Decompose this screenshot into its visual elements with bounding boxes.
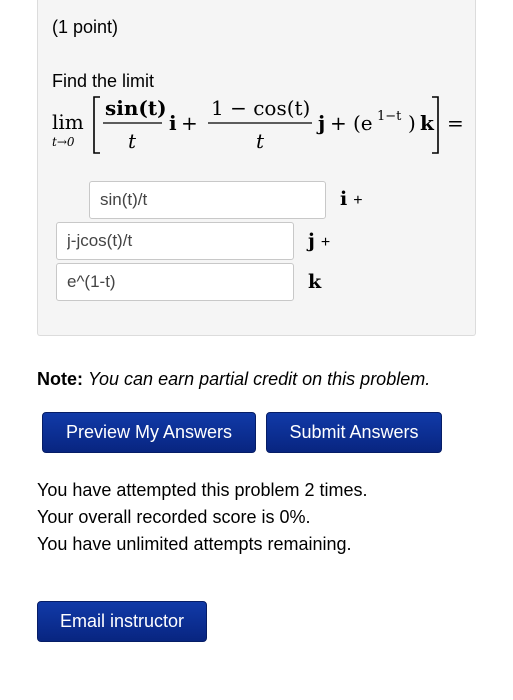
attempt-status: You have attempted this problem 2 times.… xyxy=(37,477,368,558)
email-instructor-button[interactable]: Email instructor xyxy=(37,601,207,642)
limit-expression: lim t→0 sin(t) t i + 1 − cos(t) t j + (e… xyxy=(48,88,473,160)
plus-sign-2: + xyxy=(330,111,347,135)
answer-suffix-i: + xyxy=(353,192,363,209)
note-text: You can earn partial credit on this prob… xyxy=(88,369,431,389)
submit-answers-button[interactable]: Submit Answers xyxy=(266,412,442,453)
note-label: Note: xyxy=(37,369,83,389)
exp-base: (e xyxy=(353,111,373,135)
answer-label-k: k xyxy=(308,271,321,293)
limit-formula: lim t→0 sin(t) t i + 1 − cos(t) t j + (e… xyxy=(52,96,464,154)
frac1-denominator: t xyxy=(128,129,137,153)
answer-unit-k: k xyxy=(308,271,322,293)
score-text: Your overall recorded score is 0%. xyxy=(37,507,311,527)
unit-j: j xyxy=(316,111,325,135)
left-bracket xyxy=(93,96,100,154)
equals-sign: = xyxy=(447,111,464,135)
plus-sign-1: + xyxy=(181,111,198,135)
partial-credit-note: Note: You can earn partial credit on thi… xyxy=(37,369,430,390)
preview-answers-button[interactable]: Preview My Answers xyxy=(42,412,256,453)
frac2-denominator: t xyxy=(256,129,265,153)
exp-close: ) xyxy=(408,111,416,135)
unit-i: i xyxy=(169,111,177,135)
answer-suffix-j: + xyxy=(320,234,331,251)
lim-text: lim xyxy=(52,110,84,134)
exp-power: 1−t xyxy=(377,109,402,124)
attempts-text: You have attempted this problem 2 times. xyxy=(37,480,368,500)
problem-panel: (1 point) Find the limit lim t→0 sin(t) … xyxy=(37,0,476,336)
answer-unit-j: j xyxy=(308,230,315,252)
remaining-text: You have unlimited attempts remaining. xyxy=(37,534,352,554)
frac1-numerator: sin(t) xyxy=(105,96,167,120)
answer-label-i: i + xyxy=(340,188,363,210)
lim-subscript: t→0 xyxy=(52,135,75,149)
frac2-numerator: 1 − cos(t) xyxy=(211,96,310,120)
answer-unit-i: i xyxy=(340,188,348,210)
answer-input-i[interactable] xyxy=(89,181,326,219)
unit-k: k xyxy=(420,111,435,135)
answer-label-j: j + xyxy=(308,230,330,252)
answer-input-k[interactable] xyxy=(56,263,294,301)
points-label: (1 point) xyxy=(52,17,119,37)
answer-input-j[interactable] xyxy=(56,222,294,260)
